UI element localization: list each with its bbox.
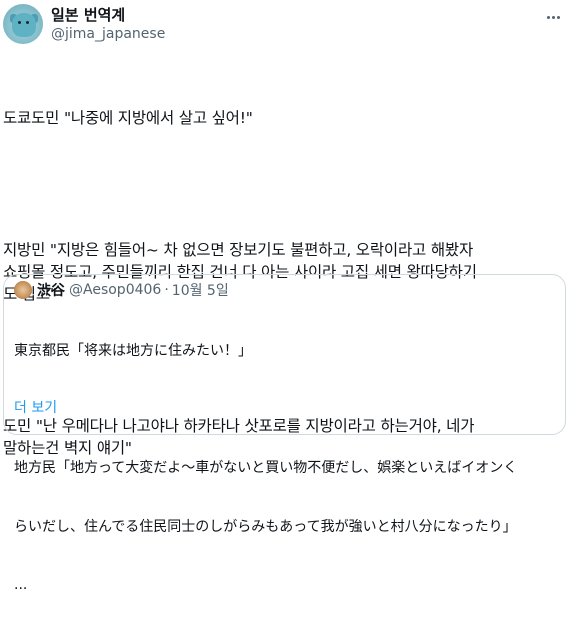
more-dot <box>556 15 560 19</box>
quoted-line: らいだし、住んでる住民同士のしがらみもあって我が強いと村八分になったり」 <box>14 518 517 535</box>
tweet-paragraph: 도쿄도민 "나중에 지방에서 살고 싶어!" <box>3 109 253 127</box>
more-dot <box>551 15 555 19</box>
author-handle[interactable]: @jima_japanese <box>51 25 165 43</box>
quoted-author-name: 渋谷 <box>37 283 65 299</box>
author-avatar[interactable] <box>3 4 43 44</box>
avatar-figure <box>12 13 36 37</box>
avatar-eye-left <box>18 21 21 24</box>
quoted-tweet-header: 渋谷 @Aesop0406 · 10월 5일 <box>14 281 229 299</box>
quoted-line: ... <box>14 577 28 593</box>
quoted-line: 東京都民「将来は地方に住みたい！」 <box>14 343 252 359</box>
quoted-tweet-text: 東京都民「将来は地方に住みたい！」 地方民「地方って大変だよ～車がないと買い物不… <box>14 303 559 635</box>
quoted-line: 地方民「地方って大変だよ～車がないと買い物不便だし、娯楽といえばイオンく <box>14 460 518 476</box>
quoted-author-avatar <box>14 281 32 299</box>
author-display-name[interactable]: 일본 번역계 <box>51 5 125 25</box>
quoted-tweet-date: 10월 5일 <box>171 283 229 299</box>
separator-dot: · <box>164 282 169 298</box>
quoted-tweet[interactable]: 渋谷 @Aesop0406 · 10월 5일 東京都民「将来は地方に住みたい！」… <box>3 274 566 593</box>
tweet-header: 일본 번역계 @jima_japanese <box>0 0 574 60</box>
more-dot <box>546 15 550 19</box>
quoted-line <box>14 401 559 421</box>
quoted-author-handle: @Aesop0406 <box>69 282 162 298</box>
more-horizontal-icon[interactable] <box>542 6 564 28</box>
avatar-eye-right <box>26 21 29 24</box>
show-more-link[interactable]: 더 보기 <box>14 399 57 417</box>
